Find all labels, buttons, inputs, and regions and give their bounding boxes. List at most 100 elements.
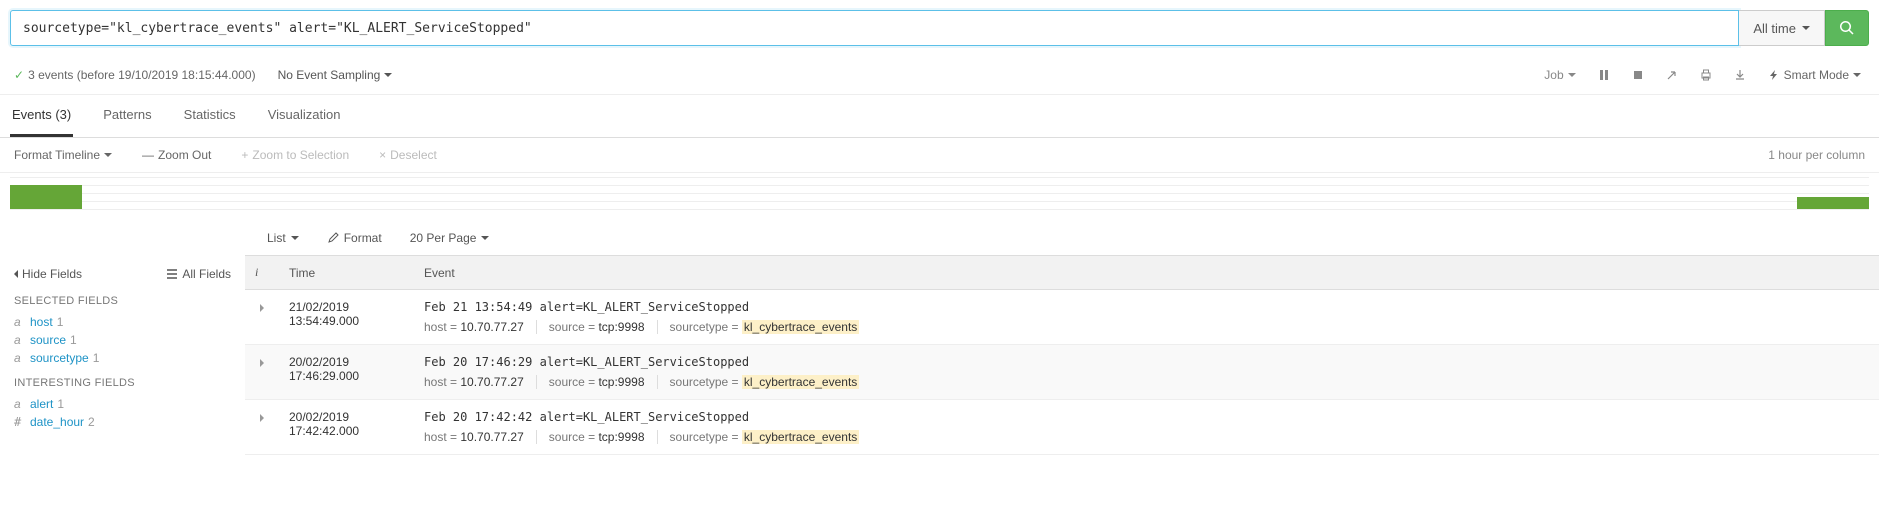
pause-button[interactable] <box>1594 65 1614 85</box>
field-type-icon: # <box>14 415 26 429</box>
event-raw-text: Feb 20 17:42:42 alert=KL_ALERT_ServiceSt… <box>424 410 1869 424</box>
search-icon <box>1839 20 1855 36</box>
share-icon <box>1666 69 1678 81</box>
search-mode-dropdown[interactable]: Smart Mode <box>1764 64 1865 86</box>
job-label: Job <box>1544 68 1563 82</box>
field-name-link[interactable]: host <box>30 315 53 329</box>
deselect-button: × Deselect <box>379 148 437 162</box>
zoom-out-button[interactable]: — Zoom Out <box>142 148 211 162</box>
timeline-scale-label: 1 hour per column <box>1768 148 1865 162</box>
event-cell: Feb 20 17:46:29 alert=KL_ALERT_ServiceSt… <box>414 345 1879 400</box>
caret-down-icon <box>481 236 489 240</box>
field-row[interactable]: ahost1 <box>14 313 231 331</box>
event-meta-item[interactable]: sourcetype = kl_cybertrace_events <box>658 430 872 444</box>
event-meta: host = 10.70.77.27source = tcp:9998sourc… <box>424 375 1869 389</box>
column-header-event: Event <box>414 256 1879 290</box>
field-row[interactable]: asourcetype1 <box>14 349 231 367</box>
event-time: 21/02/201913:54:49.000 <box>279 290 414 345</box>
tab-visualization[interactable]: Visualization <box>266 95 343 137</box>
event-time: 20/02/201917:46:29.000 <box>279 345 414 400</box>
field-count: 1 <box>57 315 64 329</box>
event-raw-text: Feb 21 13:54:49 alert=KL_ALERT_ServiceSt… <box>424 300 1869 314</box>
field-name-link[interactable]: sourcetype <box>30 351 89 365</box>
field-type-icon: a <box>14 397 26 411</box>
share-button[interactable] <box>1662 65 1682 85</box>
result-count-text: 3 events (before 19/10/2019 18:15:44.000… <box>28 68 256 82</box>
selected-fields-heading: SELECTED FIELDS <box>14 295 231 307</box>
field-count: 1 <box>70 333 77 347</box>
print-button[interactable] <box>1696 65 1716 85</box>
event-meta-item[interactable]: sourcetype = kl_cybertrace_events <box>658 375 872 389</box>
event-meta-item[interactable]: source = tcp:9998 <box>537 375 658 389</box>
stop-icon <box>1632 69 1644 81</box>
event-meta-item[interactable]: host = 10.70.77.27 <box>424 320 537 334</box>
expand-row-button[interactable] <box>260 304 264 312</box>
pause-icon <box>1598 69 1610 81</box>
search-button[interactable] <box>1825 10 1869 46</box>
field-type-icon: a <box>14 351 26 365</box>
event-cell: Feb 20 17:42:42 alert=KL_ALERT_ServiceSt… <box>414 400 1879 455</box>
event-meta-item[interactable]: host = 10.70.77.27 <box>424 430 537 444</box>
field-count: 2 <box>88 415 95 429</box>
zoom-to-selection-button: + Zoom to Selection <box>241 148 349 162</box>
event-raw-text: Feb 20 17:46:29 alert=KL_ALERT_ServiceSt… <box>424 355 1869 369</box>
timeline-bar[interactable] <box>1797 197 1869 209</box>
event-meta-item[interactable]: source = tcp:9998 <box>537 430 658 444</box>
download-icon <box>1734 69 1746 81</box>
event-time: 20/02/201917:42:42.000 <box>279 400 414 455</box>
print-icon <box>1700 69 1712 81</box>
format-button[interactable]: Format <box>327 231 382 245</box>
tab-statistics[interactable]: Statistics <box>182 95 238 137</box>
field-name-link[interactable]: alert <box>30 397 53 411</box>
column-header-time[interactable]: Time <box>279 256 414 290</box>
timeline-chart[interactable] <box>0 173 1879 221</box>
time-range-picker[interactable]: All time <box>1739 10 1825 46</box>
minus-icon: — <box>142 148 154 162</box>
event-meta: host = 10.70.77.27source = tcp:9998sourc… <box>424 430 1869 444</box>
plus-icon: + <box>241 148 248 162</box>
field-type-icon: a <box>14 333 26 347</box>
field-row[interactable]: # date_hour 2 <box>14 413 231 431</box>
all-fields-button[interactable]: All Fields <box>166 267 231 281</box>
field-name-link[interactable]: source <box>30 333 66 347</box>
sampling-label: No Event Sampling <box>278 68 381 82</box>
event-sampling-dropdown[interactable]: No Event Sampling <box>278 68 393 82</box>
caret-down-icon <box>1853 73 1861 77</box>
search-input[interactable] <box>23 21 1726 36</box>
event-row: 20/02/201917:42:42.000 Feb 20 17:42:42 al… <box>245 400 1879 455</box>
event-meta-item[interactable]: host = 10.70.77.27 <box>424 375 537 389</box>
event-meta-item[interactable]: source = tcp:9998 <box>537 320 658 334</box>
expand-row-button[interactable] <box>260 359 264 367</box>
column-header-info[interactable]: i <box>245 256 279 290</box>
field-count: 1 <box>57 397 64 411</box>
time-range-label: All time <box>1753 21 1796 36</box>
caret-down-icon <box>1802 26 1810 30</box>
expand-row-button[interactable] <box>260 414 264 422</box>
mode-label: Smart Mode <box>1784 68 1849 82</box>
export-button[interactable] <box>1730 65 1750 85</box>
search-input-container[interactable] <box>10 10 1739 46</box>
per-page-dropdown[interactable]: 20 Per Page <box>410 231 490 245</box>
display-mode-dropdown[interactable]: List <box>267 231 299 245</box>
close-icon: × <box>379 148 386 162</box>
field-row[interactable]: aalert 1 <box>14 395 231 413</box>
field-row[interactable]: asource 1 <box>14 331 231 349</box>
job-dropdown[interactable]: Job <box>1540 64 1579 86</box>
interesting-fields-heading: INTERESTING FIELDS <box>14 377 231 389</box>
event-meta-item[interactable]: sourcetype = kl_cybertrace_events <box>658 320 872 334</box>
event-row: 20/02/201917:46:29.000 Feb 20 17:46:29 al… <box>245 345 1879 400</box>
stop-button[interactable] <box>1628 65 1648 85</box>
format-timeline-dropdown[interactable]: Format Timeline <box>14 148 112 162</box>
tab-events[interactable]: Events (3) <box>10 95 73 137</box>
timeline-bar[interactable] <box>10 185 82 209</box>
list-icon <box>166 268 178 280</box>
result-count: ✓ 3 events (before 19/10/2019 18:15:44.0… <box>14 68 256 82</box>
caret-down-icon <box>104 153 112 157</box>
hide-fields-button[interactable]: Hide Fields <box>14 267 82 281</box>
check-icon: ✓ <box>14 68 24 82</box>
field-name-link[interactable]: date_hour <box>30 415 84 429</box>
event-cell: Feb 21 13:54:49 alert=KL_ALERT_ServiceSt… <box>414 290 1879 345</box>
tab-patterns[interactable]: Patterns <box>101 95 153 137</box>
caret-down-icon <box>291 236 299 240</box>
event-row: 21/02/201913:54:49.000 Feb 21 13:54:49 al… <box>245 290 1879 345</box>
